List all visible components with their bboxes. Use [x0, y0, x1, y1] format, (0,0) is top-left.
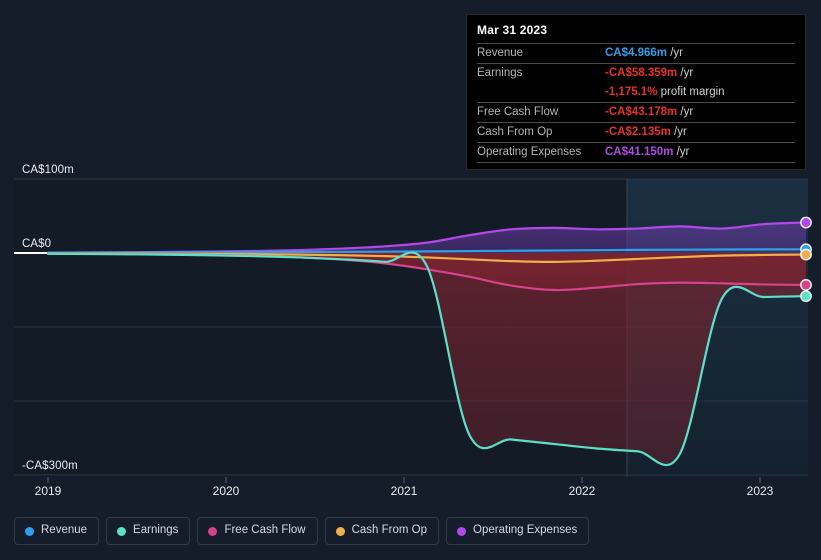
financial-chart-panel: CA$100m CA$0 -CA$300m 2019 2020 2021 2022 2023 … — [0, 0, 821, 560]
tooltip-value-unit: /yr — [677, 67, 694, 79]
legend-color-dot — [117, 526, 127, 536]
tooltip-value-unit: /yr — [667, 47, 683, 59]
legend-color-dot — [208, 526, 218, 536]
legend-label: Free Cash Flow — [224, 524, 306, 537]
tooltip-value-unit: /yr — [673, 146, 690, 158]
endpoint-marker-operating-expenses — [800, 216, 812, 229]
legend-color-dot — [457, 526, 467, 536]
tooltip-row-label: Operating Expenses — [477, 146, 582, 158]
legend-item-revenue[interactable]: Revenue — [14, 517, 100, 545]
tooltip-value-number: -1,175.1% — [605, 86, 658, 98]
x-axis-label: 2020 — [212, 484, 240, 498]
tooltip-row-value: -CA$2.135m /yr — [605, 123, 795, 143]
endpoint-marker-cash-from-op — [800, 248, 812, 261]
tooltip-row: -1,175.1% profit margin — [477, 83, 795, 103]
tooltip-row-label: Earnings — [477, 67, 523, 79]
tooltip-row-value: -CA$58.359m /yr — [605, 64, 795, 84]
legend-label: Earnings — [133, 524, 179, 537]
tooltip-row: Cash From Op -CA$2.135m /yr — [477, 122, 795, 143]
tooltip-row-value: -1,175.1% profit margin — [605, 83, 795, 103]
tooltip-row: Operating Expenses CA$41.150m /yr — [477, 142, 795, 163]
tooltip-value-unit: /yr — [670, 126, 687, 138]
y-axis-label: CA$100m — [22, 164, 74, 176]
tooltip-table: Revenue CA$4.966m /yr Earnings -CA$58.359m … — [477, 43, 795, 163]
legend-item-cash-from-op[interactable]: Cash From Op — [324, 517, 440, 545]
tooltip-value-number: -CA$2.135m — [605, 126, 671, 138]
x-axis-label: 2019 — [34, 484, 62, 498]
legend-item-operating-expenses[interactable]: Operating Expenses — [446, 517, 590, 545]
endpoint-marker-free-cash-flow — [800, 279, 812, 291]
x-axis-label: 2021 — [390, 484, 418, 498]
legend-color-dot — [25, 526, 34, 536]
legend-label: Operating Expenses — [473, 524, 578, 537]
tooltip-value-number: CA$41.150m — [605, 146, 674, 158]
tooltip-row-value: CA$41.150m /yr — [605, 143, 795, 163]
tooltip-value-number: -CA$58.359m — [605, 67, 678, 79]
endpoint-marker-earnings — [800, 290, 812, 303]
legend-color-dot — [335, 526, 345, 536]
legend-item-free-cash-flow[interactable]: Free Cash Flow — [197, 517, 318, 545]
tooltip-value-unit: /yr — [677, 106, 694, 118]
tooltip-value-number: CA$4.966m — [605, 47, 668, 59]
tooltip-title: Mar 31 2023 — [477, 23, 548, 37]
legend-label: Revenue — [41, 524, 88, 537]
y-axis-label: -CA$300m — [22, 460, 78, 472]
tooltip-row-value: -CA$43.178m /yr — [605, 103, 795, 123]
y-axis-label: CA$0 — [22, 238, 52, 250]
tooltip-row: Revenue CA$4.966m /yr — [477, 43, 795, 64]
x-axis-label: 2023 — [746, 484, 774, 498]
tooltip-value-number: -CA$43.178m — [605, 106, 678, 118]
legend-label: Cash From Op — [351, 524, 428, 537]
tooltip-value-unit: profit margin — [657, 86, 725, 98]
tooltip-row-value: CA$4.966m /yr — [605, 44, 795, 64]
tooltip-row-label: Cash From Op — [477, 126, 553, 138]
chart-legend: Revenue Earnings Free Cash Flow Cash From O… — [14, 517, 590, 545]
legend-item-earnings[interactable]: Earnings — [106, 517, 191, 545]
tooltip-row-label: Revenue — [477, 47, 524, 59]
x-axis-label: 2022 — [568, 484, 596, 498]
tooltip-row: Free Cash Flow -CA$43.178m /yr — [477, 102, 795, 123]
tooltip-row: Earnings -CA$58.359m /yr — [477, 63, 795, 84]
tooltip-row-label — [477, 83, 605, 103]
chart-tooltip: Mar 31 2023 Revenue CA$4.966m /yr Earnings… — [466, 14, 806, 170]
tooltip-row-label: Free Cash Flow — [477, 106, 559, 118]
